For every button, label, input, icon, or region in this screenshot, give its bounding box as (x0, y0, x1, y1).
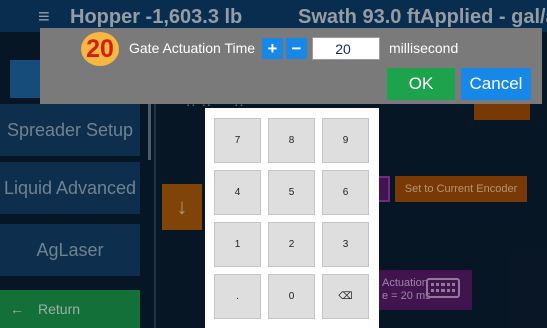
key-4[interactable]: 4 (214, 170, 261, 215)
step-badge: 20 (81, 32, 119, 66)
unit-label: millisecond (389, 40, 459, 56)
numeric-keypad: 7 8 9 4 5 6 1 2 3 . 0 ⌫ (205, 108, 379, 328)
key-9[interactable]: 9 (322, 118, 369, 163)
increment-button[interactable]: + (262, 38, 283, 59)
key-7[interactable]: 7 (214, 118, 261, 163)
cancel-button[interactable]: Cancel (461, 68, 531, 100)
key-6[interactable]: 6 (322, 170, 369, 215)
gate-actuation-dialog: 20 Gate Actuation Time + − millisecond O… (40, 28, 542, 104)
key-8[interactable]: 8 (268, 118, 315, 163)
key-1[interactable]: 1 (214, 222, 261, 267)
backspace-key[interactable]: ⌫ (322, 274, 369, 319)
key-5[interactable]: 5 (268, 170, 315, 215)
decrement-button[interactable]: − (286, 38, 307, 59)
key-3[interactable]: 3 (322, 222, 369, 267)
key-decimal[interactable]: . (214, 274, 261, 319)
ok-button[interactable]: OK (387, 68, 455, 100)
gate-time-input[interactable] (312, 37, 380, 60)
key-0[interactable]: 0 (268, 274, 315, 319)
gate-actuation-label: Gate Actuation Time (129, 40, 256, 56)
key-2[interactable]: 2 (268, 222, 315, 267)
